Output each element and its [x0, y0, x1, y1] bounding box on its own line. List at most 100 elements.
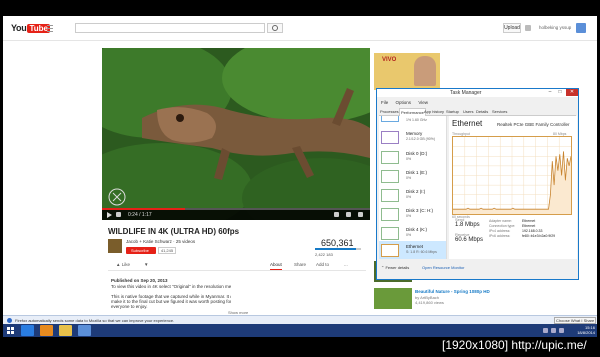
dislike-count[interactable]: 183 [326, 252, 333, 257]
maximize-icon[interactable]: □ [557, 90, 563, 95]
like-ratio-bar [315, 248, 361, 250]
like-count[interactable]: 2,422 [315, 252, 325, 257]
tab-add-to[interactable]: Add to [316, 262, 329, 267]
channel-watermark-icon [108, 188, 126, 206]
ie-icon[interactable] [21, 325, 34, 336]
description-line: To view this video in 4K select "Origina… [111, 284, 231, 289]
tab-details[interactable]: Details [475, 108, 489, 115]
task-manager-titlebar[interactable]: Task Manager – □ ✕ [377, 89, 578, 97]
cpu-thumb [381, 116, 399, 122]
disk-thumb [381, 189, 399, 202]
account-name: holbeking yssup [539, 25, 572, 30]
sidebar-item-label: Disk 2 (I:) [406, 189, 426, 194]
firefox-icon[interactable] [40, 325, 53, 336]
task-manager-menu: File Options View [381, 100, 434, 105]
volume-tray-icon[interactable] [551, 328, 556, 333]
view-count: 650,361 [321, 238, 354, 248]
published-date: Published on Sep 20, 2013 [111, 278, 168, 283]
network-icon[interactable] [543, 328, 548, 333]
theater-icon[interactable] [346, 212, 351, 217]
play-icon[interactable] [107, 212, 112, 218]
related-title[interactable]: Beautiful Nature - Spring 1080p HD [415, 289, 490, 294]
search-button[interactable] [267, 23, 283, 33]
sidebar-item-ethernet[interactable]: Ethernet S: 1.8 R: 60.6 Mbps [379, 241, 446, 259]
window-title: Task Manager [450, 90, 482, 96]
open-resource-monitor-link[interactable]: Open Resource Monitor [422, 265, 464, 270]
tab-processes[interactable]: Processes [379, 108, 400, 115]
like-counts[interactable]: 2,422 183 [315, 252, 333, 257]
sidebar-item-value: 2.1/12.0 GB (90%) [406, 137, 435, 141]
property-value: Ethernet [522, 219, 536, 223]
tab-performance[interactable]: Performance [399, 108, 426, 116]
fullscreen-icon[interactable] [358, 212, 363, 217]
fewer-details-label[interactable]: Fewer details [385, 265, 409, 270]
sidebar-item-disk1[interactable]: Disk 1 (E:) 0% [379, 167, 446, 187]
clock[interactable]: 15:16 18/8/2014 [573, 325, 595, 335]
flag-icon[interactable] [559, 328, 564, 333]
related-views: 4,419,860 views [415, 300, 444, 305]
settings-icon[interactable] [334, 212, 339, 217]
video-player[interactable]: 0:24 / 1:17 [102, 48, 370, 220]
like-button[interactable]: ▲ Like [116, 262, 130, 267]
throughput-chart [453, 137, 572, 214]
property-value: Ethernet [522, 224, 536, 228]
sidebar-item-value: 0% [406, 195, 412, 199]
sidebar-item-value: S: 1.8 R: 60.6 Mbps [406, 250, 437, 254]
tab-share[interactable]: Share [294, 262, 306, 267]
disk-thumb [381, 170, 399, 183]
video-progress-bar[interactable] [102, 208, 370, 210]
fewer-details-button[interactable]: ⌃ Fewer details [381, 265, 409, 270]
ad-banner[interactable]: VIVO [374, 53, 440, 90]
task-manager-window: Task Manager – □ ✕ File Options View Pro… [376, 88, 579, 280]
subscribe-button[interactable]: Subscribe [126, 247, 156, 254]
sidebar-item-memory[interactable]: Memory 2.1/12.0 GB (90%) [379, 128, 446, 148]
choose-what-i-share-button[interactable]: Choose What I Share [554, 317, 597, 324]
start-button-icon[interactable] [7, 327, 15, 334]
tab-services[interactable]: Services [491, 108, 508, 115]
video-action-tabs: ▲ Like ▼ About Share Add to ... [108, 262, 366, 271]
sidebar-item-disk0[interactable]: Disk 0 (D:) 0% [379, 148, 446, 168]
channel-name[interactable]: Jacob + Katie Schwarz · 25 videos [126, 239, 195, 244]
tab-more[interactable]: ... [344, 262, 348, 267]
avatar[interactable] [576, 23, 586, 33]
dislike-button[interactable]: ▼ [144, 262, 148, 267]
search-input[interactable] [75, 23, 265, 33]
tab-about[interactable]: About [270, 262, 282, 270]
menu-file[interactable]: File [381, 100, 388, 105]
sidebar-item-disk3[interactable]: Disk 3 (C: H:) 0% [379, 205, 446, 225]
video-controls: 0:24 / 1:17 [102, 208, 370, 220]
ethernet-thumb [381, 244, 399, 257]
explorer-icon[interactable] [59, 325, 72, 336]
subscriber-count: 41,245 [158, 247, 176, 254]
task-manager-tabs: Processes Performance App history Startu… [379, 108, 576, 116]
close-icon[interactable]: ✕ [566, 89, 578, 96]
task-manager-taskbar-icon[interactable] [78, 325, 91, 336]
youtube-logo[interactable]: You Tube [11, 22, 50, 34]
video-title: WILDLIFE IN 4K (ULTRA HD) 60fps [108, 227, 240, 236]
cpu-value: 1% 1.60 GHz [406, 118, 427, 122]
sidebar-item-label: Disk 1 (E:) [406, 170, 428, 175]
sidebar-item-cpu[interactable]: 1% 1.60 GHz [379, 116, 446, 126]
menu-view[interactable]: View [418, 100, 428, 105]
sidebar-item-disk2[interactable]: Disk 2 (I:) 0% [379, 186, 446, 206]
property-value: fe80::b1e3:b2a0:9f29 [522, 234, 556, 238]
volume-icon[interactable] [116, 212, 121, 217]
sidebar-item-label: Memory [406, 131, 423, 136]
property-label: IPv6 address: [489, 234, 511, 238]
menu-options[interactable]: Options [396, 100, 412, 105]
minimize-icon[interactable]: – [547, 90, 553, 95]
related-thumbnail[interactable] [374, 288, 412, 309]
tab-users[interactable]: Users [462, 108, 474, 115]
related-video[interactable]: Beautiful Nature - Spring 1080p HD by Ar… [374, 288, 494, 310]
guide-menu-icon[interactable] [47, 25, 53, 32]
tab-app-history[interactable]: App history [423, 108, 445, 115]
throughput-graph [452, 136, 572, 215]
sidebar-item-label: Disk 4 (K:) [406, 227, 428, 232]
description-line: everyone to enjoy. [111, 304, 148, 309]
sidebar-item-value: 0% [406, 214, 412, 218]
memory-thumb [381, 131, 399, 144]
tab-startup[interactable]: Startup [445, 108, 460, 115]
apps-icon[interactable] [525, 25, 531, 31]
channel-avatar[interactable] [108, 239, 122, 253]
upload-button[interactable]: Upload [503, 23, 521, 33]
